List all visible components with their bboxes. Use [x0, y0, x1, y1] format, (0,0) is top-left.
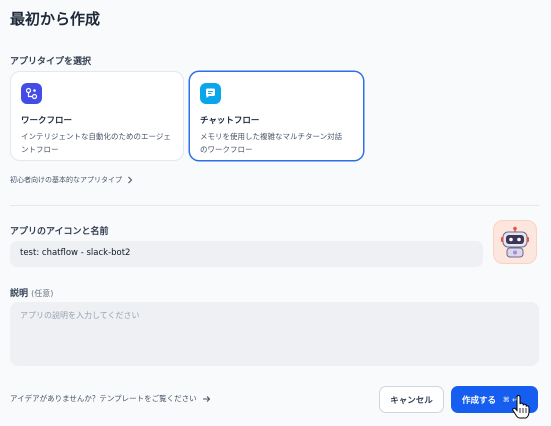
card-workflow[interactable]: ワークフロー インテリジェントな自動化のためのエージェ ントフロー: [10, 71, 184, 161]
description-textarea[interactable]: アプリの説明を入力してください: [10, 302, 539, 366]
card-chatflow-desc-line2: のワークフロー: [200, 145, 253, 154]
description-label: 説明 (任意): [10, 286, 53, 299]
hand-cursor-icon: [512, 395, 530, 419]
app-name-input[interactable]: test: chatflow - slack-bot2: [10, 241, 483, 267]
card-chatflow-desc-line1: メモリを使用した複雑なマルチターン対話: [200, 132, 343, 141]
card-workflow-desc-line1: インテリジェントな自動化のためのエージェ: [21, 132, 171, 141]
app-type-label: アプリタイプを選択: [10, 57, 92, 67]
template-link[interactable]: アイデアがありませんか？テンプレートをご覧ください: [10, 393, 211, 404]
description-placeholder: アプリの説明を入力してください: [20, 311, 140, 320]
card-workflow-desc: インテリジェントな自動化のためのエージェ ントフロー: [21, 130, 173, 156]
card-chatflow-name: チャットフロー: [200, 116, 260, 126]
robot-avatar-icon: [501, 226, 529, 258]
arrow-right-icon: [202, 395, 210, 402]
guide-link-label: 初心者向けの基本的なアプリタイプ: [10, 176, 122, 184]
create-button-label: 作成する: [462, 395, 497, 406]
app-icon-picker[interactable]: [493, 220, 537, 264]
page-title: 最初から作成: [10, 10, 101, 28]
cancel-button[interactable]: キャンセル: [379, 386, 444, 413]
divider: [10, 205, 539, 206]
description-label-text: 説明: [10, 289, 29, 299]
app-name-label: アプリのアイコンと名前: [10, 227, 109, 237]
chatflow-icon: [200, 83, 221, 104]
template-link-label: アイデアがありませんか？テンプレートをご覧ください: [10, 394, 197, 403]
card-workflow-name: ワークフロー: [21, 116, 73, 126]
optional-tag: (任意): [31, 289, 54, 298]
card-workflow-desc-line2: ントフロー: [21, 145, 59, 154]
chevron-right-icon: [128, 176, 133, 184]
card-chatflow[interactable]: チャットフロー メモリを使用した複雑なマルチターン対話 のワークフロー: [189, 71, 364, 161]
workflow-icon: [21, 83, 42, 104]
card-chatflow-desc: メモリを使用した複雑なマルチターン対話 のワークフロー: [200, 130, 353, 156]
app-type-guide-link[interactable]: 初心者向けの基本的なアプリタイプ: [10, 175, 133, 185]
